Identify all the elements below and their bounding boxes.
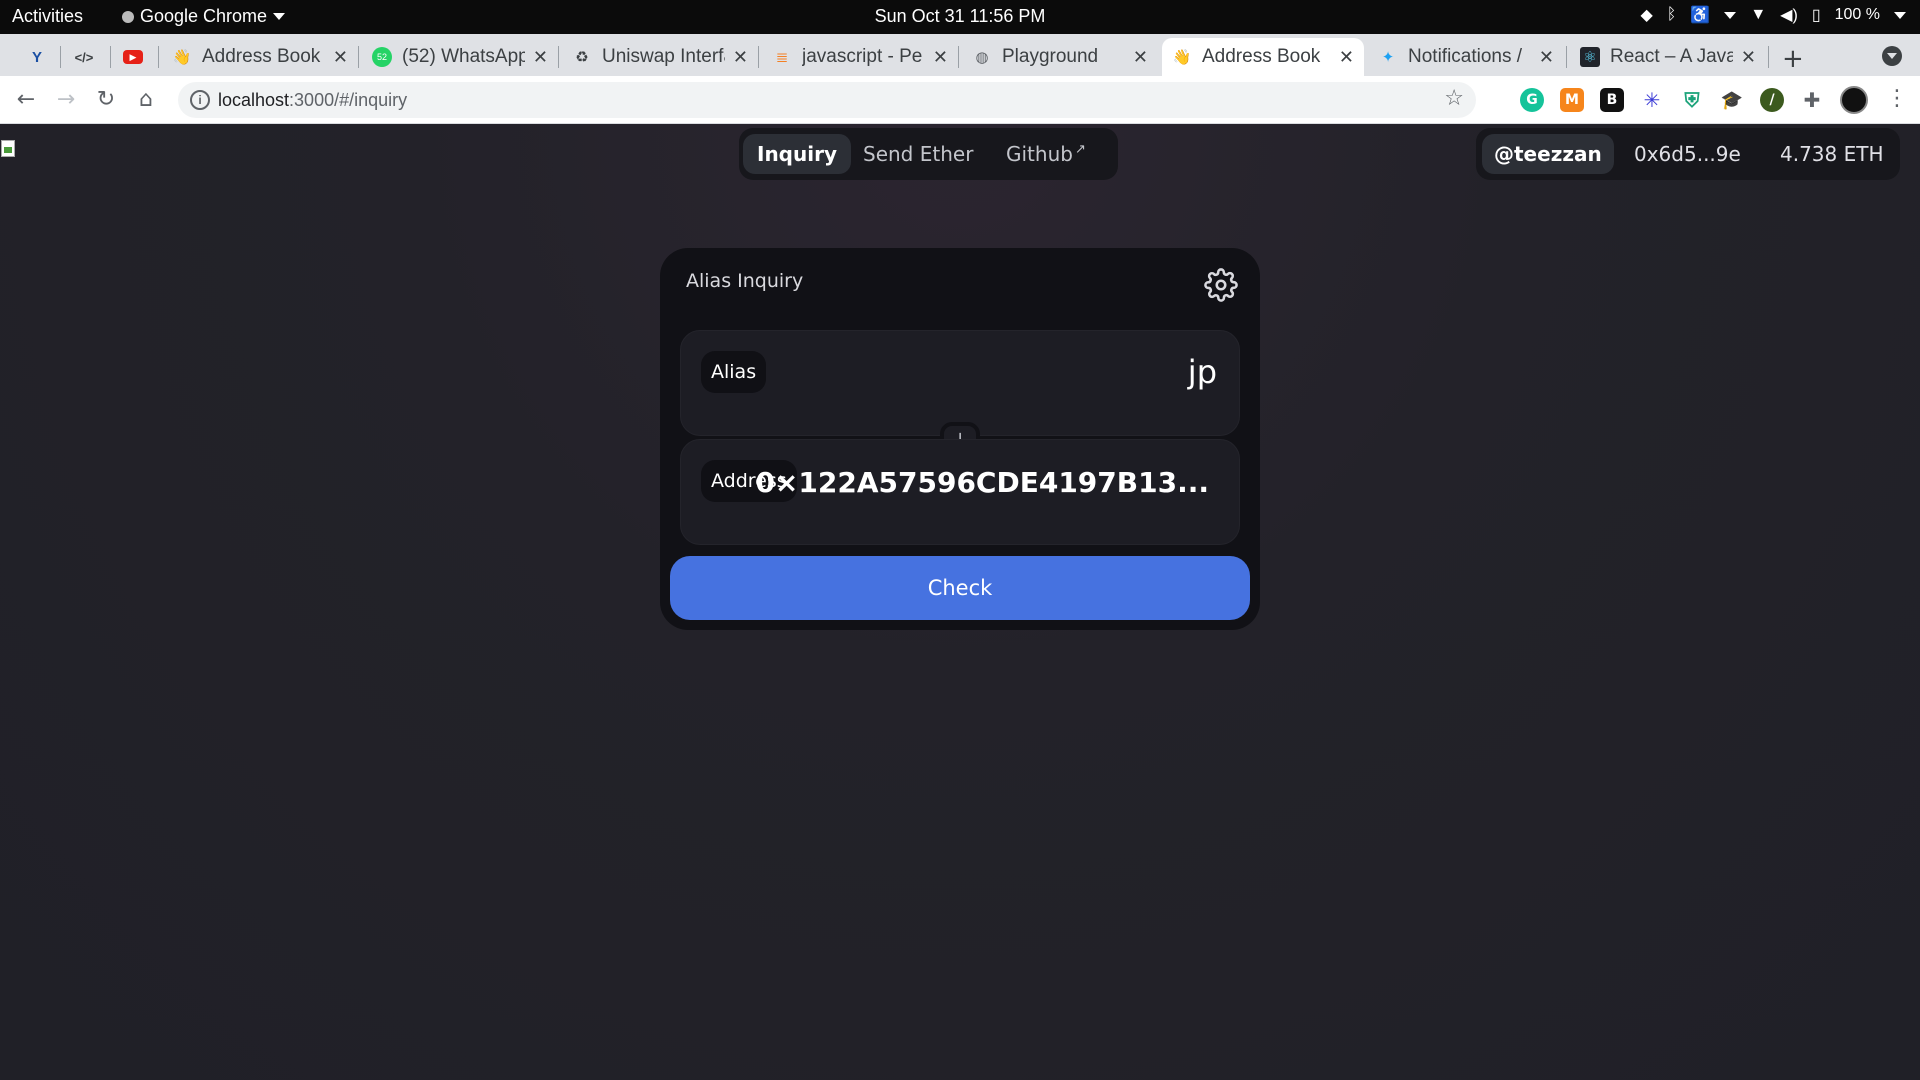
chevron-down-icon [1894,11,1906,19]
account-balance: 4.738 ETH [1780,142,1884,166]
battery-icon[interactable]: ▯ [1812,5,1821,25]
gear-icon[interactable] [1204,268,1238,302]
metamask-icon[interactable]: M [1560,88,1584,112]
close-icon[interactable]: ✕ [333,47,348,68]
waving-hand-icon: 👋 [1172,49,1192,66]
tab-whatsapp[interactable]: 52 (52) WhatsApp ✕ [362,38,558,76]
chrome-icon [122,10,134,23]
tab-title: (52) WhatsApp [402,46,525,67]
account-panel: @teezzan 0x6d5...9e 4.738 ETH [1476,128,1900,180]
hat-icon[interactable]: 🎓 [1720,88,1744,112]
app-menu[interactable]: Google Chrome [122,6,286,27]
app-name: Google Chrome [140,6,268,26]
stackoverflow-icon: ≣ [775,49,789,66]
puzzle-icon[interactable]: ✚ [1800,88,1824,112]
accessibility-icon[interactable]: ♿ [1690,5,1710,25]
chevron-down-icon [1724,11,1737,19]
chevron-down-icon [273,13,286,20]
info-icon[interactable]: i [190,90,210,110]
tab-title: Playground [1002,46,1099,67]
twitter-icon: ✦ [1381,49,1395,66]
tab-twitter[interactable]: ✦ Notifications / ✕ [1368,38,1564,76]
main-nav: Inquiry Send Ether Github ↗ [739,128,1118,180]
close-icon[interactable]: ✕ [1339,47,1354,68]
extensions-bar: G M B ✳ ⛨ 🎓 / ✚ [1520,88,1824,112]
alias-input[interactable]: jp [1188,353,1217,391]
new-tab-button[interactable]: + [1782,44,1804,74]
tab-title: React – A Java [1610,46,1733,67]
tab-title: Address Book [1202,46,1321,67]
tab-title: javascript - Pe [802,46,923,67]
alias-inquiry-card: Alias Inquiry Alias jp ↓ Address 0×122A5… [660,248,1260,630]
close-icon[interactable]: ✕ [733,47,748,68]
tab-react[interactable]: ⚛ React – A Java ✕ [1570,38,1766,76]
grammarly-icon[interactable]: G [1520,88,1544,112]
broken-logo-image [0,140,20,160]
wifi-icon[interactable]: ▼ [1750,6,1766,24]
browser-toolbar: ← → ↻ ⌂ i localhost:3000/#/inquiry ☆ G M… [0,76,1920,124]
forward-arrow-icon[interactable]: → [52,86,80,114]
reload-icon[interactable]: ↻ [92,86,120,114]
address-field[interactable]: Address 0×122A57596CDE4197B13... [680,439,1240,545]
system-top-bar: Activities Google Chrome Sun Oct 31 11:5… [0,0,1920,34]
whatsapp-icon: 52 [372,47,392,67]
extension-b-icon[interactable]: B [1600,88,1624,112]
menu-kebab-icon[interactable]: ⋮ [1886,86,1908,111]
nav-send-ether[interactable]: Send Ether [849,134,987,174]
bookmark-star-icon[interactable]: ☆ [1444,86,1464,111]
address-output[interactable]: 0×122A57596CDE4197B13... [755,466,1209,499]
nav-github[interactable]: Github ↗ [992,134,1100,174]
account-handle[interactable]: @teezzan [1482,134,1614,174]
alias-field[interactable]: Alias jp [680,330,1240,436]
close-icon[interactable]: ✕ [533,47,548,68]
card-title: Alias Inquiry [686,270,804,292]
tab-address-book-1[interactable]: 👋 Address Book ✕ [162,38,358,76]
alias-label: Alias [701,351,767,393]
tab-title: Address Book [202,46,321,67]
battery-percent: 100 % [1834,6,1880,23]
nav-inquiry[interactable]: Inquiry [743,134,851,174]
profile-avatar[interactable] [1840,86,1868,114]
globe-icon: ◍ [975,49,989,66]
tab-uniswap[interactable]: ♻ Uniswap Interface ✕ [562,38,758,76]
close-icon[interactable]: ✕ [1741,47,1756,68]
check-button[interactable]: Check [670,556,1250,620]
react-icon: ⚛ [1580,47,1600,67]
tab-address-book-active[interactable]: 👋 Address Book ✕ [1162,38,1364,76]
clock[interactable]: Sun Oct 31 11:56 PM [875,6,1046,26]
url-text[interactable]: localhost:3000/#/inquiry [218,90,407,111]
tab-pinned-devtools[interactable]: </> [64,38,104,76]
shield-icon[interactable]: ⛨ [1680,88,1704,112]
tab-pinned-yoast[interactable]: Y [18,38,56,76]
youtube-icon: ▶ [123,50,143,64]
tab-playground[interactable]: ◍ Playground ✕ [962,38,1158,76]
dropbox-icon[interactable]: ◆ [1640,5,1652,25]
waving-hand-icon: 👋 [172,49,192,66]
tab-pinned-youtube[interactable]: ▶ [114,38,152,76]
circle-slash-icon[interactable]: / [1760,88,1784,112]
address-bar[interactable]: i localhost:3000/#/inquiry ☆ [178,82,1476,118]
nav-github-label: Github [1006,142,1073,166]
y-logo-icon: Y [31,48,42,66]
tab-strip: Y </> ▶ 👋 Address Book ✕ 52 (52) WhatsAp… [0,34,1920,76]
close-icon[interactable]: ✕ [1133,47,1148,68]
tab-search-button[interactable] [1882,46,1902,66]
code-icon: </> [74,49,94,65]
bluetooth-icon[interactable]: ᛒ [1667,6,1677,24]
tab-title: Notifications / [1408,46,1523,67]
volume-icon[interactable]: ◀) [1780,5,1798,25]
close-icon[interactable]: ✕ [933,47,948,68]
uniswap-icon: ♻ [575,49,589,66]
activities-button[interactable]: Activities [12,6,83,27]
tab-title: Uniswap Interface [602,46,725,67]
back-arrow-icon[interactable]: ← [12,86,40,114]
app-page: Inquiry Send Ether Github ↗ @teezzan 0x6d… [0,124,1920,1080]
perplexity-icon[interactable]: ✳ [1640,88,1664,112]
home-icon[interactable]: ⌂ [132,86,160,114]
external-link-icon: ↗ [1074,142,1086,157]
close-icon[interactable]: ✕ [1539,47,1554,68]
system-tray[interactable]: ◆ ᛒ ♿ ▼ ◀) ▯ 100 % [1640,5,1906,25]
account-address[interactable]: 0x6d5...9e [1634,134,1741,174]
tab-stackoverflow[interactable]: ≣ javascript - Pe ✕ [762,38,958,76]
